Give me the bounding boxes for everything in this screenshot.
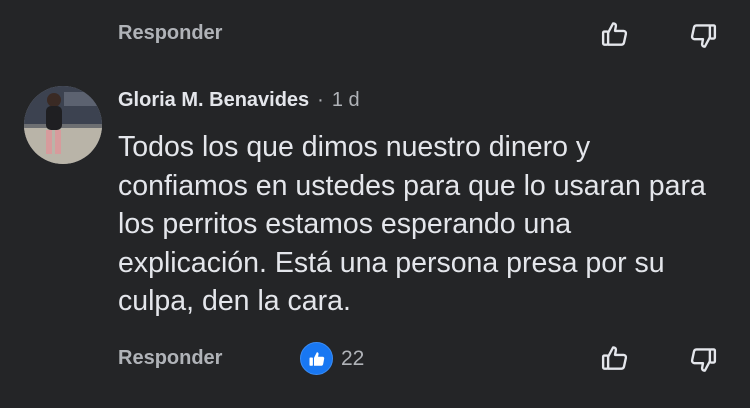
timestamp[interactable]: 1 d bbox=[332, 89, 360, 112]
like-button[interactable] bbox=[598, 17, 632, 51]
thumbs-up-icon bbox=[601, 346, 628, 370]
author-name[interactable]: Gloria M. Benavides bbox=[118, 89, 309, 112]
reaction-summary[interactable]: 22 bbox=[300, 342, 364, 375]
thumbs-down-icon bbox=[690, 348, 717, 372]
reply-button[interactable]: Responder bbox=[118, 22, 222, 45]
like-reaction-icon bbox=[300, 342, 333, 375]
previous-comment-actions: Responder bbox=[0, 0, 750, 70]
reply-button[interactable]: Responder bbox=[118, 347, 222, 370]
like-button[interactable] bbox=[598, 341, 632, 375]
comment-header: Gloria M. Benavides · 1 d bbox=[118, 89, 360, 112]
dislike-button[interactable] bbox=[686, 343, 720, 377]
comment-body: Todos los que dimos nuestro dinero y con… bbox=[118, 131, 706, 317]
separator: · bbox=[317, 89, 324, 111]
profile-photo bbox=[24, 86, 102, 164]
thumbs-up-icon bbox=[601, 22, 628, 46]
thumbs-down-icon bbox=[690, 24, 717, 48]
dislike-button[interactable] bbox=[686, 19, 720, 53]
reaction-count: 22 bbox=[341, 346, 365, 370]
avatar[interactable] bbox=[24, 86, 102, 164]
